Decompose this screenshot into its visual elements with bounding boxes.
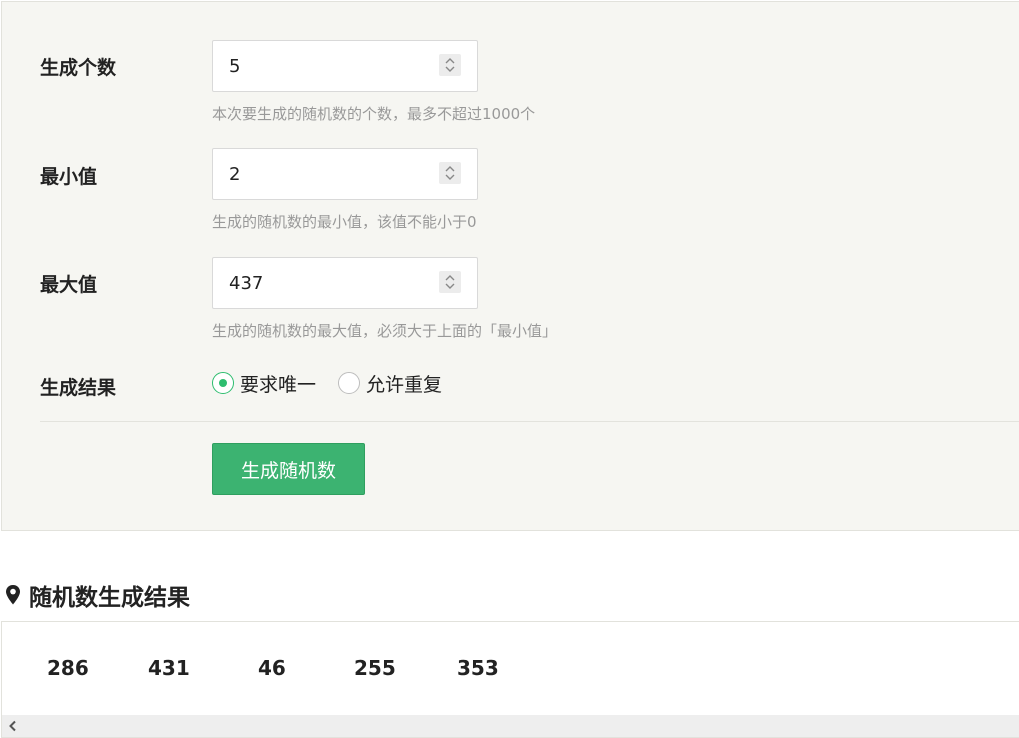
horizontal-scrollbar[interactable]: [2, 715, 1019, 737]
min-help: 生成的随机数的最小值，该值不能小于0: [212, 213, 477, 231]
result-box: 286 431 46 255 353: [1, 621, 1019, 738]
result-mode-label: 生成结果: [40, 377, 117, 399]
form-divider: [40, 421, 1019, 422]
radio-unique-label: 要求唯一: [240, 373, 317, 396]
count-input[interactable]: 5: [212, 40, 478, 92]
max-value: 437: [229, 273, 264, 294]
result-number: 353: [457, 656, 499, 680]
result-mode-radio-group: 要求唯一 允许重复: [212, 369, 464, 397]
min-spinner[interactable]: [439, 162, 461, 184]
result-heading: 随机数生成结果: [5, 578, 190, 612]
radio-allow-duplicates[interactable]: 允许重复: [338, 370, 442, 397]
chevron-up-down-icon: [445, 275, 455, 289]
count-value: 5: [229, 56, 241, 77]
max-label: 最大值: [40, 274, 98, 296]
chevron-up-down-icon: [445, 166, 455, 180]
result-number: 46: [258, 656, 286, 680]
count-label: 生成个数: [40, 57, 117, 79]
max-spinner[interactable]: [439, 271, 461, 293]
count-spinner[interactable]: [439, 54, 461, 76]
map-marker-icon: [6, 585, 20, 605]
min-label: 最小值: [40, 166, 98, 188]
count-help: 本次要生成的随机数的个数，最多不超过1000个: [212, 105, 536, 123]
min-value: 2: [229, 164, 241, 185]
max-help: 生成的随机数的最大值，必须大于上面的「最小值」: [212, 322, 558, 340]
min-input[interactable]: 2: [212, 148, 478, 200]
radio-allow-duplicates-label: 允许重复: [366, 373, 443, 396]
generator-form-panel: 生成个数 5 本次要生成的随机数的个数，最多不超过1000个 最小值 2 生成的…: [1, 1, 1019, 531]
chevron-left-icon: [9, 720, 16, 732]
radio-unique[interactable]: 要求唯一: [212, 370, 316, 397]
chevron-up-down-icon: [445, 58, 455, 72]
generate-button[interactable]: 生成随机数: [212, 443, 365, 495]
radio-unique-circle[interactable]: [212, 372, 234, 394]
max-input[interactable]: 437: [212, 257, 478, 309]
scroll-left-button[interactable]: [6, 718, 20, 734]
result-number: 286: [47, 656, 89, 680]
radio-allow-duplicates-circle[interactable]: [338, 372, 361, 394]
result-number: 255: [354, 656, 396, 680]
result-number: 431: [148, 656, 190, 680]
result-heading-text: 随机数生成结果: [29, 585, 190, 611]
